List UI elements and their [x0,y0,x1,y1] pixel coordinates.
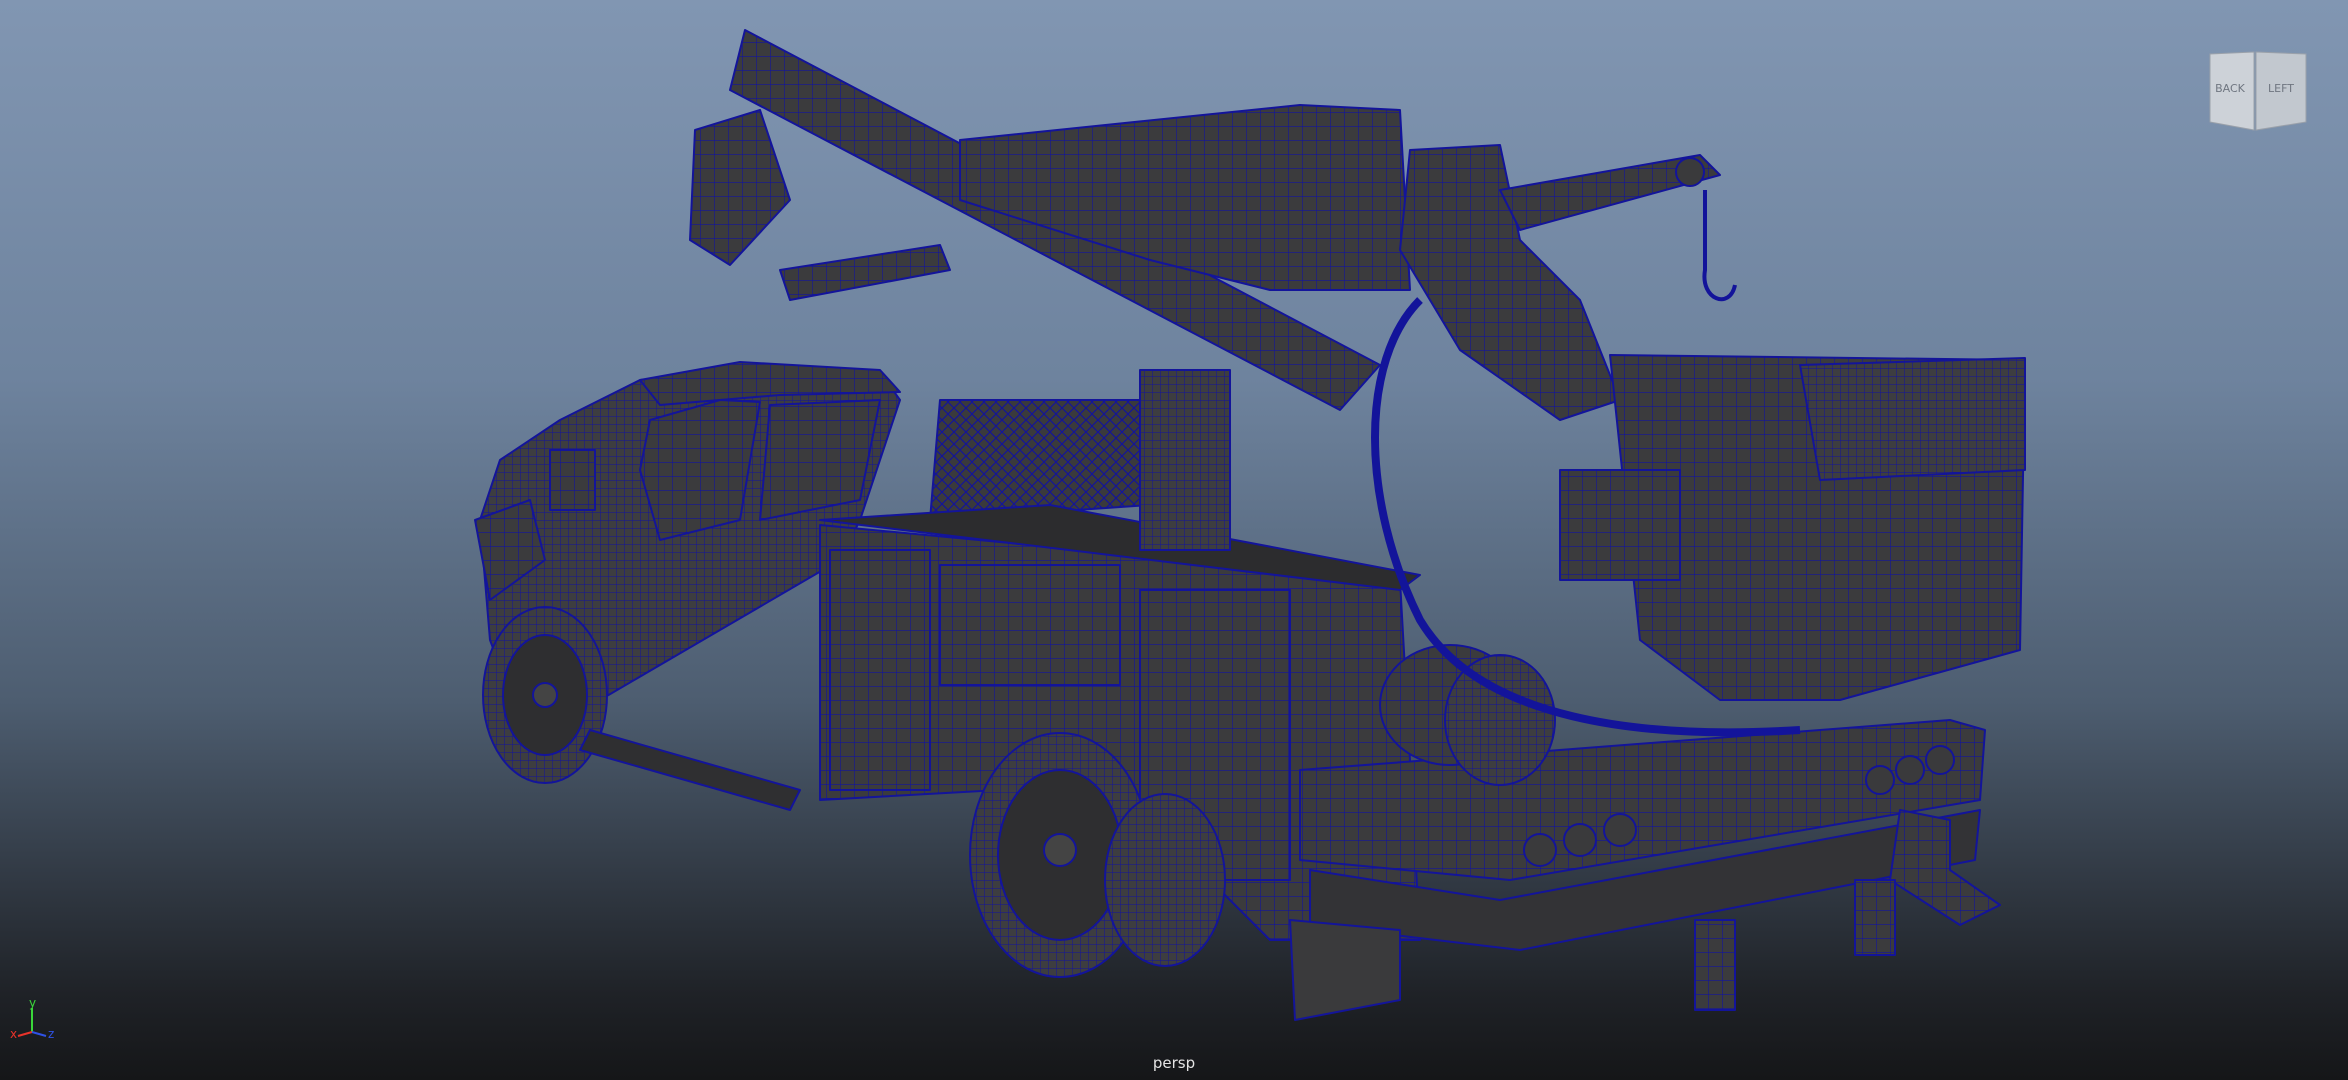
tail-light [1603,813,1637,847]
axis-x-line [17,1031,33,1037]
axis-x-label: x [10,1027,17,1041]
tail-light [1925,745,1955,775]
axis-z-label: z [48,1027,54,1041]
tail-light [1563,823,1597,857]
crane-pedestal [1139,369,1231,551]
lift-cylinder [779,244,951,301]
bucket-lip [1799,357,2026,481]
wheel-front [482,606,608,784]
wheel-rear-dual [1104,793,1226,967]
compartment-door [829,549,931,791]
axis-y-label: y [29,998,36,1010]
camera-name-label: persp [1152,1054,1196,1072]
compartment-door [939,564,1121,686]
outrigger-leg [1854,879,1896,956]
crane-upper-arm [959,104,1411,291]
side-mirror [549,449,596,511]
bucket-mount [1559,469,1681,581]
boom-head [689,109,791,266]
tail-light [1865,765,1895,795]
hook-sheave [1675,157,1705,187]
tail-light [1523,833,1557,867]
outrigger-leg [1694,919,1736,1011]
outrigger [1889,809,2001,926]
utility-bucket-truck-model[interactable] [0,0,2348,1080]
axis-z-line [31,1031,47,1037]
crane-hook [1702,190,1737,302]
tail-light [1895,755,1925,785]
running-board [579,729,801,811]
axis-gizmo: y x z [10,998,54,1041]
viewcube[interactable]: BACK LEFT [2208,50,2308,134]
3d-viewport[interactable]: BACK LEFT y x z persp [0,0,2348,1080]
mud-flap [1289,919,1401,1021]
viewcube-label-back: BACK [2215,82,2246,95]
headache-rack [929,399,1151,521]
viewcube-label-left: LEFT [2268,82,2294,95]
